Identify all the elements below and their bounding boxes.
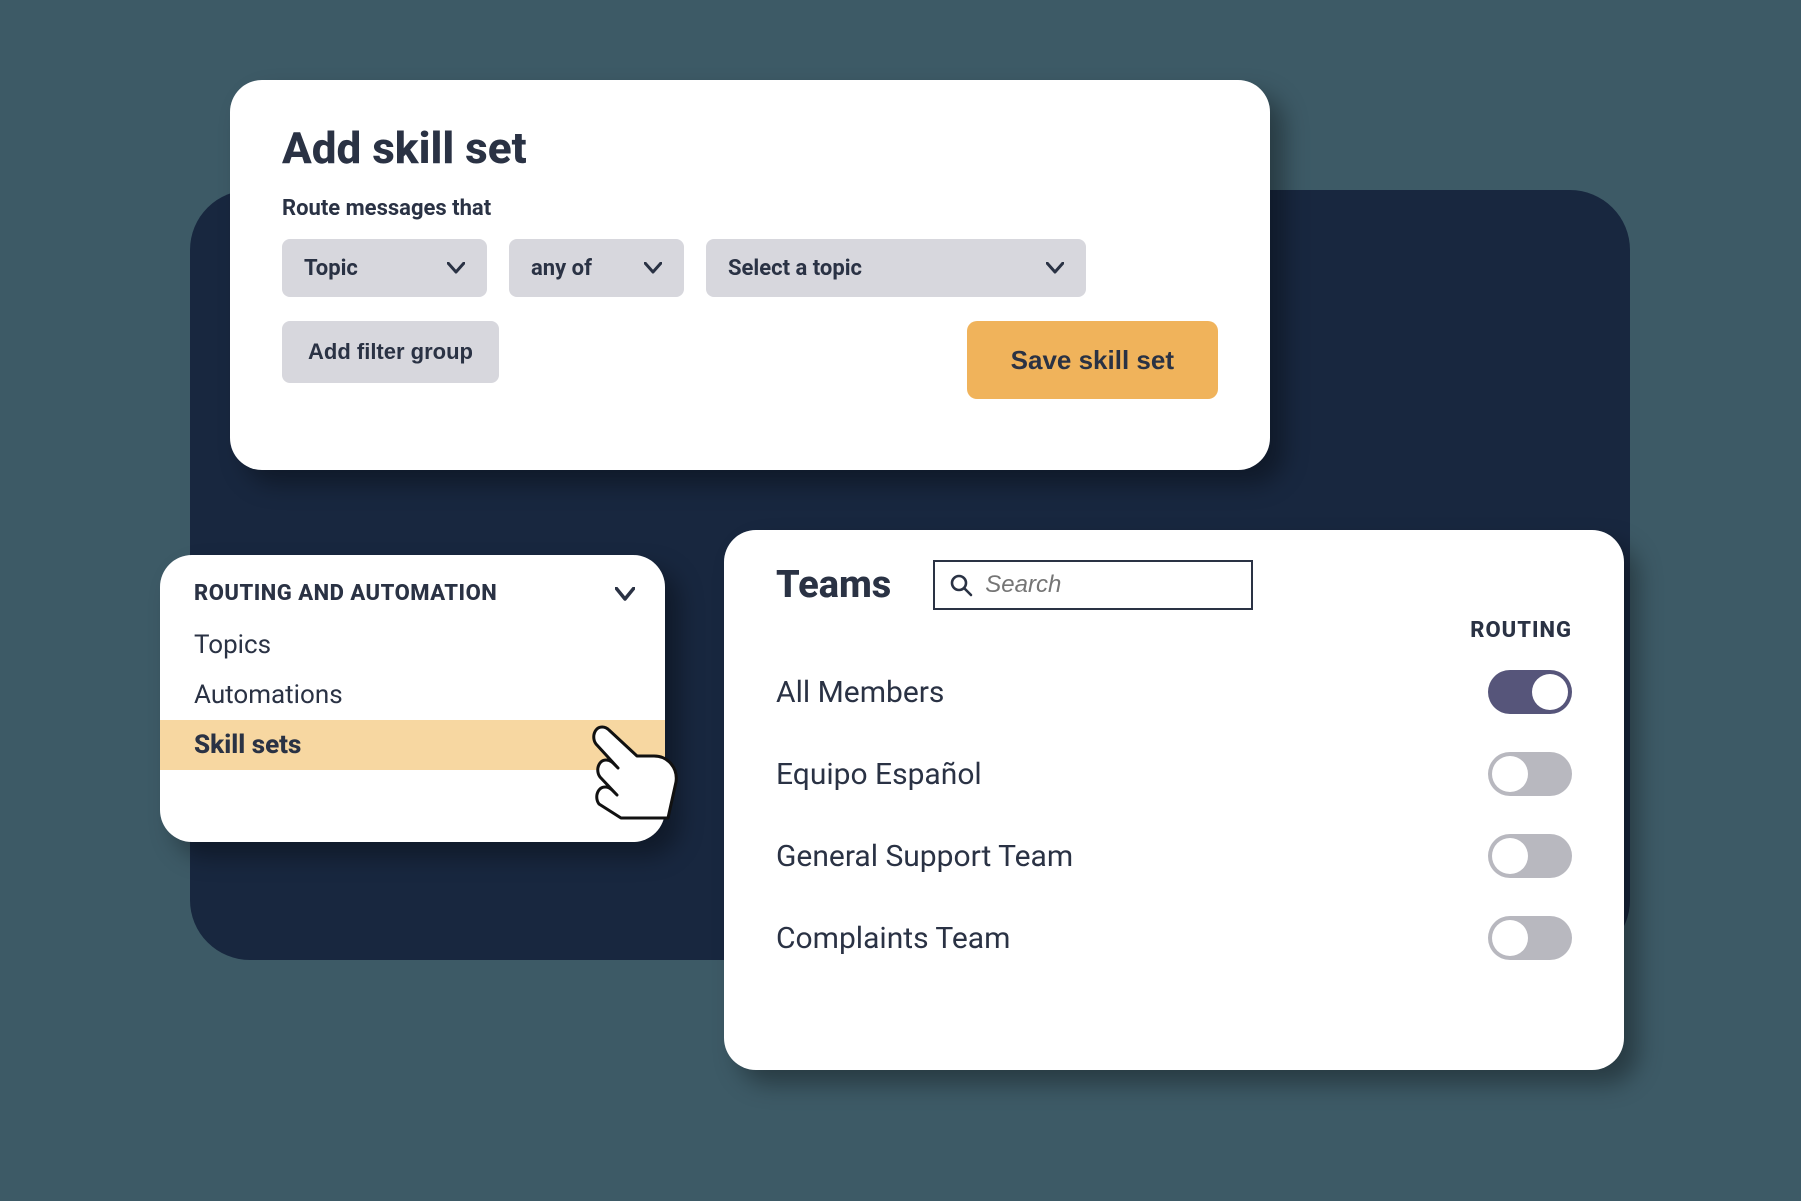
select-match-field[interactable]: any of — [509, 239, 684, 297]
sidebar-item-skill-sets[interactable]: Skill sets — [160, 720, 665, 770]
chevron-down-icon — [1046, 262, 1064, 274]
teams-card: Teams ROUTING All Members Equipo Español… — [724, 530, 1624, 1070]
team-list: All Members Equipo Español General Suppo… — [776, 651, 1572, 979]
pointer-cursor-icon — [555, 710, 685, 820]
search-icon — [949, 573, 973, 597]
add-filter-group-button[interactable]: Add filter group — [282, 321, 499, 383]
team-row: Equipo Español — [776, 733, 1572, 815]
select-value-field[interactable]: Select a topic — [706, 239, 1086, 297]
routing-column-label: ROUTING — [776, 618, 1572, 643]
filter-row: Topic any of Select a topic — [282, 239, 1218, 297]
team-name: Equipo Español — [776, 757, 982, 792]
routing-toggle[interactable] — [1488, 916, 1572, 960]
routing-toggle[interactable] — [1488, 834, 1572, 878]
team-name: All Members — [776, 675, 944, 710]
card-title: Add skill set — [282, 122, 1218, 174]
chevron-down-icon — [615, 587, 635, 601]
chevron-down-icon — [447, 262, 465, 274]
toggle-knob — [1532, 674, 1568, 710]
team-row: Complaints Team — [776, 897, 1572, 979]
team-name: General Support Team — [776, 839, 1073, 874]
teams-title: Teams — [776, 563, 891, 607]
actions-row: Add filter group Save skill set — [282, 321, 1218, 399]
save-skill-set-button[interactable]: Save skill set — [967, 321, 1218, 399]
routing-toggle[interactable] — [1488, 752, 1572, 796]
select-topic-label: Topic — [304, 256, 358, 281]
select-topic-field[interactable]: Topic — [282, 239, 487, 297]
select-value-label: Select a topic — [728, 256, 862, 281]
sidebar-section-title: ROUTING AND AUTOMATION — [194, 581, 497, 606]
sidebar-item-label: Skill sets — [194, 730, 301, 760]
sidebar-card: ROUTING AND AUTOMATION Topics Automation… — [160, 555, 665, 842]
chevron-down-icon — [644, 262, 662, 274]
sidebar-item-topics[interactable]: Topics — [160, 620, 665, 670]
toggle-knob — [1492, 756, 1528, 792]
routing-toggle[interactable] — [1488, 670, 1572, 714]
teams-header: Teams — [776, 560, 1572, 610]
select-match-label: any of — [531, 256, 592, 281]
add-skill-set-card: Add skill set Route messages that Topic … — [230, 80, 1270, 470]
team-row: All Members — [776, 651, 1572, 733]
team-row: General Support Team — [776, 815, 1572, 897]
sidebar-section-header[interactable]: ROUTING AND AUTOMATION — [160, 581, 665, 620]
team-name: Complaints Team — [776, 921, 1010, 956]
toggle-knob — [1492, 920, 1528, 956]
search-input[interactable] — [985, 571, 1237, 599]
toggle-knob — [1492, 838, 1528, 874]
search-input-wrapper[interactable] — [933, 560, 1253, 610]
card-subtitle: Route messages that — [282, 196, 1218, 221]
